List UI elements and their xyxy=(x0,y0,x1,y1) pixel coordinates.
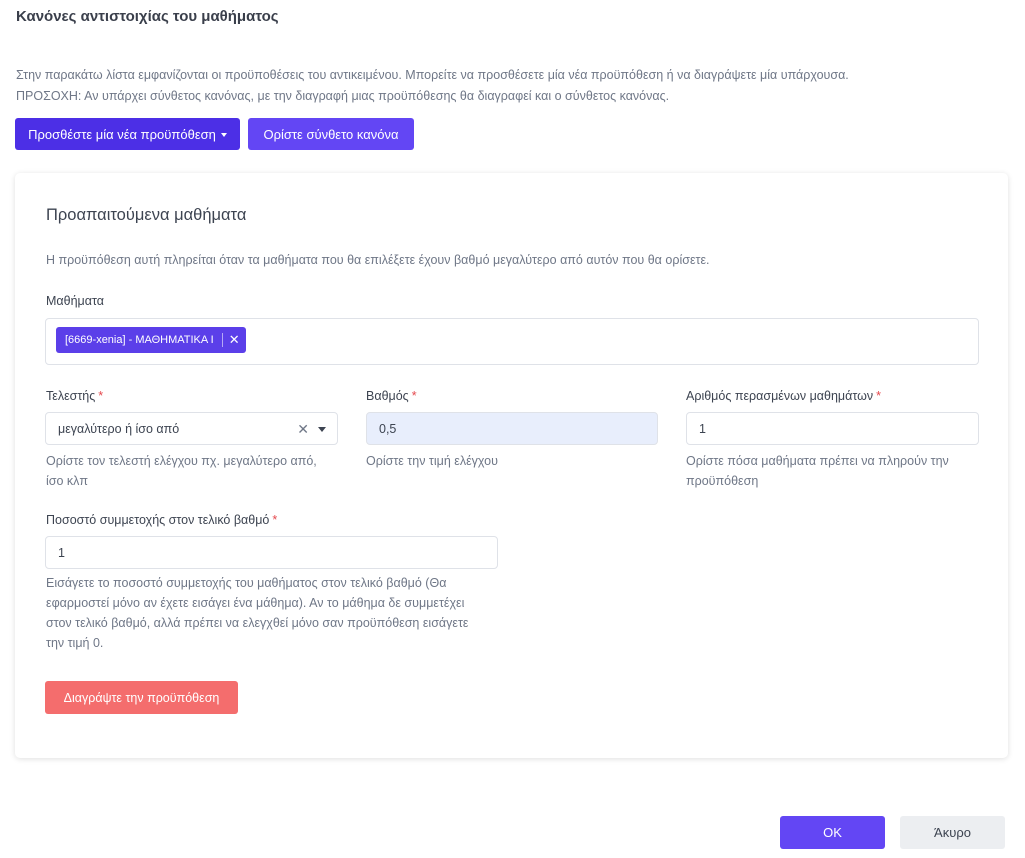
composite-rule-button[interactable]: Ορίστε σύνθετο κανόνα xyxy=(248,118,414,150)
participation-input[interactable]: 1 xyxy=(45,536,498,569)
courses-multiselect[interactable]: [6669-xenia] - ΜΑΘΗΜΑΤΙΚΑ Ι ✕ xyxy=(45,318,979,365)
add-condition-label: Προσθέστε μία νέα προϋπόθεση xyxy=(28,126,216,142)
participation-label: Ποσοστό συμμετοχής στον τελικό βαθμό * xyxy=(46,513,277,527)
passed-courses-help: Ορίστε πόσα μαθήματα πρέπει να πληρούν τ… xyxy=(686,451,949,491)
page-title: Κανόνες αντιστοιχίας του μαθήματος xyxy=(16,8,279,25)
operator-label: Τελεστής * xyxy=(46,389,103,403)
condition-card: Προαπαιτούμενα μαθήματα Η προϋπόθεση αυτ… xyxy=(15,173,1008,758)
grade-label: Βαθμός * xyxy=(366,389,417,403)
intro-warning-line: ΠΡΟΣΟΧΗ: Αν υπάρχει σύνθετος κανόνας, με… xyxy=(16,89,670,103)
participation-help-line-2: εφαρμοστεί μόνο αν έχετε εισάγει ένα μάθ… xyxy=(46,596,465,610)
caret-down-icon xyxy=(220,133,227,137)
operator-value: μεγαλύτερο ή ίσο από xyxy=(58,421,180,436)
passed-courses-label: Αριθμός περασμένων μαθημάτων * xyxy=(686,389,881,403)
courses-label: Μαθήματα xyxy=(46,294,104,308)
required-mark: * xyxy=(876,389,881,403)
operator-help-line-1: Ορίστε τον τελεστή ελέγχου πχ. μεγαλύτερ… xyxy=(46,454,317,468)
participation-help-line-1: Εισάγετε το ποσοστό συμμετοχής του μαθήμ… xyxy=(46,576,447,590)
chevron-down-icon[interactable] xyxy=(318,427,326,432)
passed-courses-help-line-2: προϋπόθεση xyxy=(686,474,759,488)
add-condition-button[interactable]: Προσθέστε μία νέα προϋπόθεση xyxy=(15,118,240,150)
intro-line-1: Στην παρακάτω λίστα εμφανίζονται οι προϋ… xyxy=(16,68,849,82)
operator-select[interactable]: μεγαλύτερο ή ίσο από ✕ xyxy=(45,412,338,445)
ok-button[interactable]: OK xyxy=(780,816,885,849)
cancel-button[interactable]: Άκυρο xyxy=(900,816,1005,849)
passed-courses-label-text: Αριθμός περασμένων μαθημάτων xyxy=(686,389,874,403)
required-mark: * xyxy=(98,389,104,403)
participation-help-line-3: στον τελικό βαθμό, αλλά πρέπει να ελεγχθ… xyxy=(46,616,469,630)
required-mark: * xyxy=(411,389,417,403)
operator-help: Ορίστε τον τελεστή ελέγχου πχ. μεγαλύτερ… xyxy=(46,451,317,491)
required-mark: * xyxy=(272,513,278,527)
close-icon[interactable]: ✕ xyxy=(229,333,240,346)
delete-condition-button[interactable]: Διαγράψτε την προϋπόθεση xyxy=(45,681,238,714)
passed-courses-help-line-1: Ορίστε πόσα μαθήματα πρέπει να πληρούν τ… xyxy=(686,454,949,468)
grade-value: 0,5 xyxy=(379,421,397,436)
grade-label-text: Βαθμός xyxy=(366,389,409,403)
clear-icon[interactable]: ✕ xyxy=(297,421,309,438)
participation-value: 1 xyxy=(58,545,65,560)
operator-label-text: Τελεστής xyxy=(46,389,96,403)
participation-help-line-4: την τιμή 0. xyxy=(46,636,104,650)
passed-courses-value: 1 xyxy=(699,421,706,436)
passed-courses-input[interactable]: 1 xyxy=(686,412,979,445)
condition-description: Η προϋπόθεση αυτή πληρείται όταν τα μαθή… xyxy=(46,253,710,267)
grade-input[interactable]: 0,5 xyxy=(366,412,658,445)
chip-divider xyxy=(221,333,223,347)
condition-title: Προαπαιτούμενα μαθήματα xyxy=(46,206,247,224)
course-chip-label: [6669-xenia] - ΜΑΘΗΜΑΤΙΚΑ Ι xyxy=(65,334,214,346)
participation-help: Εισάγετε το ποσοστό συμμετοχής του μαθήμ… xyxy=(46,573,468,653)
course-chip: [6669-xenia] - ΜΑΘΗΜΑΤΙΚΑ Ι ✕ xyxy=(56,327,246,353)
grade-help: Ορίστε την τιμή ελέγχου xyxy=(366,454,498,468)
operator-help-line-2: ίσο κλπ xyxy=(46,474,89,488)
participation-label-text: Ποσοστό συμμετοχής στον τελικό βαθμό xyxy=(46,513,270,527)
intro-text: Στην παρακάτω λίστα εμφανίζονται οι προϋ… xyxy=(16,65,849,107)
